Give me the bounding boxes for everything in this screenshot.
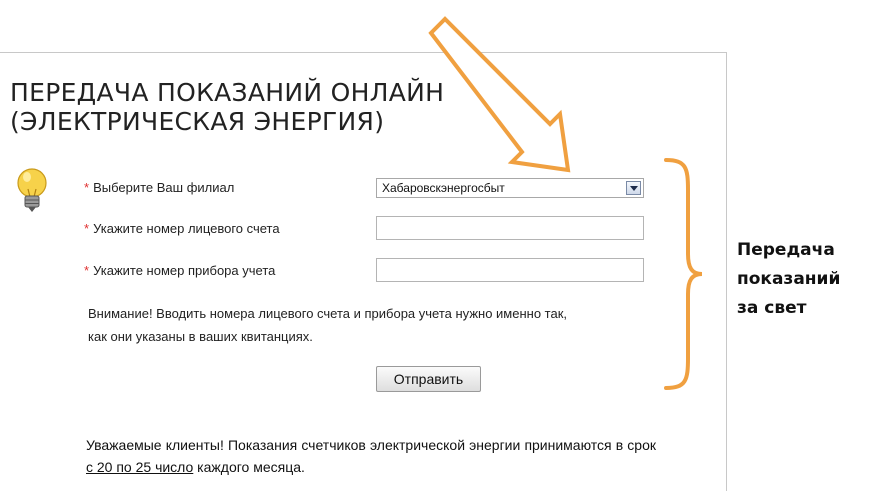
footer-date-range: с 20 по 25 число <box>86 459 194 475</box>
submit-button[interactable]: Отправить <box>376 366 481 392</box>
annotation-text: Передача показаний за свет <box>737 236 887 323</box>
footer-notice: Уважаемые клиенты! Показания счетчиков э… <box>86 434 656 478</box>
annotation-line1: Передача <box>737 240 835 260</box>
required-mark: * <box>84 180 90 195</box>
account-label-text: Укажите номер лицевого счета <box>93 221 280 236</box>
annotation-line3: за свет <box>737 298 807 318</box>
right-curly-brace-icon <box>664 158 703 390</box>
required-mark: * <box>84 263 90 278</box>
required-mark: * <box>84 221 90 236</box>
page-title-line1: ПЕРЕДАЧА ПОКАЗАНИЙ ОНЛАЙН <box>10 78 445 107</box>
attention-note: Внимание! Вводить номера лицевого счета … <box>88 302 658 348</box>
branch-select-value: Хабаровскэнергосбыт <box>382 181 505 195</box>
meter-label: * Укажите номер прибора учета <box>84 263 275 278</box>
chevron-down-icon[interactable] <box>626 181 641 195</box>
meter-label-text: Укажите номер прибора учета <box>93 263 276 278</box>
page-title: ПЕРЕДАЧА ПОКАЗАНИЙ ОНЛАЙН (ЭЛЕКТРИЧЕСКАЯ… <box>10 78 530 136</box>
branch-label-text: Выберите Ваш филиал <box>93 180 235 195</box>
branch-select[interactable]: Хабаровскэнергосбыт <box>376 178 644 198</box>
account-number-input[interactable] <box>376 216 644 240</box>
meter-number-input[interactable] <box>376 258 644 282</box>
attention-note-line2: как они указаны в ваших квитанциях. <box>88 329 313 344</box>
attention-note-line1: Внимание! Вводить номера лицевого счета … <box>88 306 568 321</box>
account-label: * Укажите номер лицевого счета <box>84 221 280 236</box>
page-title-line2: (ЭЛЕКТРИЧЕСКАЯ ЭНЕРГИЯ) <box>10 107 385 136</box>
footer-text-end: каждого месяца. <box>193 459 305 475</box>
lightbulb-icon <box>17 168 47 212</box>
footer-text: Уважаемые клиенты! Показания счетчиков э… <box>86 437 656 453</box>
annotation-line2: показаний <box>737 269 841 289</box>
branch-label: * Выберите Ваш филиал <box>84 180 234 195</box>
